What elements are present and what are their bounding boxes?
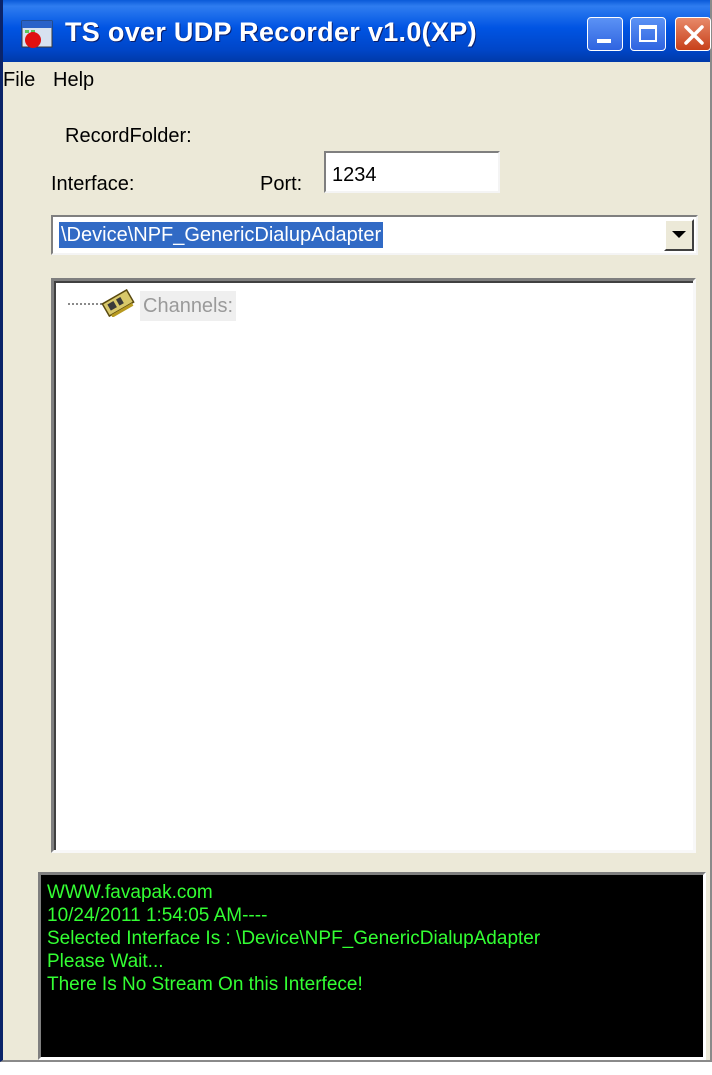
- port-label: Port:: [260, 173, 303, 195]
- menu-bar: File Help: [3, 62, 710, 98]
- close-icon: [684, 25, 704, 45]
- minimize-icon: [597, 39, 611, 43]
- title-bar[interactable]: TS over UDP Recorder v1.0(XP): [3, 0, 711, 62]
- log-line: There Is No Stream On this Interfece!: [47, 974, 363, 995]
- minimize-button[interactable]: [587, 17, 623, 51]
- record-folder-label: RecordFolder:: [65, 125, 192, 147]
- menu-help[interactable]: Help: [53, 69, 94, 92]
- log-line: Please Wait...: [47, 951, 164, 972]
- log-line: WWW.favapak.com: [47, 882, 213, 903]
- dropdown-arrow-button[interactable]: [664, 219, 694, 251]
- maximize-icon: [639, 25, 657, 42]
- interface-dropdown[interactable]: \Device\NPF_GenericDialupAdapter: [51, 215, 698, 255]
- log-line: Selected Interface Is : \Device\NPF_Gene…: [47, 928, 541, 949]
- menu-file[interactable]: File: [3, 69, 35, 92]
- tree-connector-line: [68, 303, 102, 305]
- interface-dropdown-value: \Device\NPF_GenericDialupAdapter: [59, 222, 384, 248]
- network-card-icon: [101, 289, 135, 317]
- maximize-button[interactable]: [630, 17, 666, 51]
- close-button[interactable]: [675, 17, 711, 51]
- window-title: TS over UDP Recorder v1.0(XP): [65, 17, 477, 47]
- channels-tree[interactable]: Channels:: [51, 278, 696, 853]
- tree-item-channels[interactable]: Channels:: [140, 291, 237, 321]
- recorder-app-icon: [21, 20, 53, 48]
- log-line: 10/24/2011 1:54:05 AM----: [47, 905, 268, 926]
- app-window: TS over UDP Recorder v1.0(XP) File Help …: [0, 0, 712, 1062]
- interface-label: Interface:: [51, 173, 135, 195]
- chevron-down-icon: [672, 231, 686, 238]
- log-console: WWW.favapak.com 10/24/2011 1:54:05 AM---…: [38, 872, 706, 1060]
- port-input[interactable]: [324, 151, 500, 193]
